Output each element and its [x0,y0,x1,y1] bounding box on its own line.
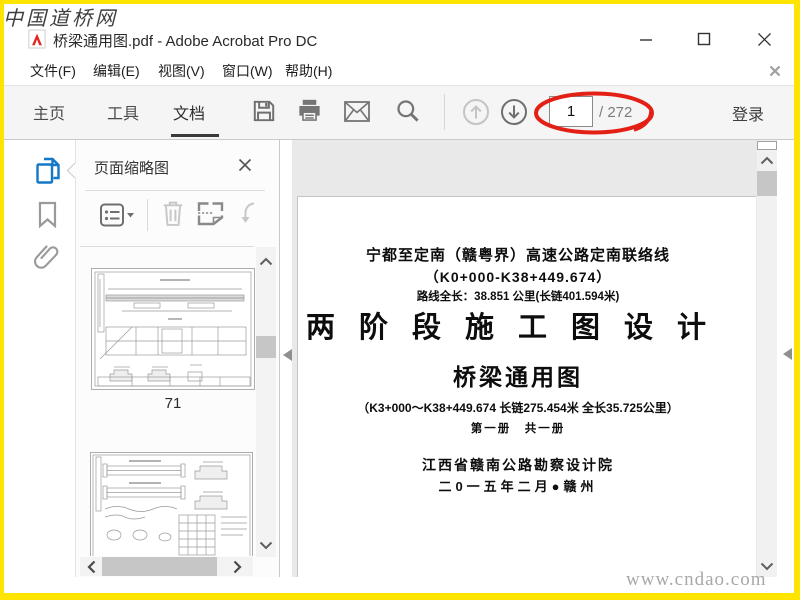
page-thumbnails-icon[interactable] [34,156,62,186]
doc-line-institute: 江西省赣南公路勘察设计院 [422,457,614,473]
acrobat-window: 桥梁通用图.pdf - Adobe Acrobat Pro DC 文件(F) 编… [0,0,800,600]
panel-scroll-right-icon[interactable] [233,560,242,574]
close-button[interactable] [750,25,778,53]
sign-in-button[interactable]: 登录 [732,101,764,125]
close-icon [757,32,771,46]
panel-scroll-down-icon[interactable] [259,541,273,550]
panel-scroll-up-icon[interactable] [259,257,273,266]
menubar-close-icon[interactable] [768,64,782,78]
thumbnail-page-label[interactable]: 71 [91,395,255,412]
window-title: 桥梁通用图.pdf - Adobe Acrobat Pro DC [53,33,318,50]
page-total: / 272 [599,104,633,121]
watermark-bottom-right: www.cndao.com [626,569,767,590]
rotate-pages-icon[interactable] [240,200,258,227]
panel-scroll-left-icon[interactable] [87,560,96,574]
document-vertical-scrollbar[interactable] [757,140,777,577]
panel-vertical-scrollbar[interactable] [256,247,276,557]
watermark-top-left: 中国道桥网 [3,6,118,30]
print-icon[interactable] [296,97,323,124]
bookmarks-icon[interactable] [37,201,58,228]
panel-toolbar-separator [147,199,148,231]
panel-collapse-arrow[interactable] [283,349,292,361]
doc-line-route-length: 路线全长：38.851 公里(长链401.594米) [416,291,620,303]
page-down-icon[interactable] [500,98,528,126]
pdf-file-icon [28,29,46,49]
save-icon[interactable] [251,98,277,124]
panel-close-icon [238,158,252,172]
doc-line-section-range: （K3+000～K38+449.674 长链275.454米 全长35.725公… [357,401,679,415]
attachments-icon[interactable] [34,241,60,271]
email-icon[interactable] [343,100,371,123]
maximize-icon [697,32,711,46]
tab-home[interactable]: 主页 [33,100,65,124]
menu-edit[interactable]: 编辑(E) [93,61,140,81]
search-icon[interactable] [394,97,421,124]
right-panel-expand-arrow[interactable] [783,348,792,360]
thumbnail-drawing [94,271,252,387]
toolbar-separator [444,94,445,130]
doc-line-project: 宁都至定南（赣粤界）高速公路定南联络线 [365,247,670,264]
document-scrollbar-top-box [757,141,777,150]
active-tab-underline [171,134,219,137]
panel-divider [80,246,254,247]
menu-window[interactable]: 窗口(W) [222,61,273,81]
tab-tools[interactable]: 工具 [107,100,139,124]
maximize-button[interactable] [690,25,718,53]
doc-line-volume: 第一册 共一册 [470,423,566,435]
thumbnail-drawing [92,454,251,556]
page-number-input[interactable] [549,96,593,127]
delete-pages-icon[interactable] [161,199,185,228]
panel-hscrollbar-thumb[interactable] [102,557,217,576]
page-up-icon[interactable] [462,98,490,126]
thumbnail-next-page[interactable] [90,452,253,556]
minimize-button[interactable] [632,25,660,53]
crop-pages-icon[interactable] [195,199,226,228]
pdf-page: 宁都至定南（赣粤界）高速公路定南联络线 （K0+000-K38+449.674）… [297,196,756,577]
doc-line-date: 二0一五年二月●赣州 [438,479,598,494]
panel-scrollbar-thumb[interactable] [256,336,276,358]
document-scrollbar-thumb[interactable] [757,171,777,196]
menu-view[interactable]: 视图(V) [158,61,205,81]
panel-close-button[interactable] [236,156,254,174]
doc-main-title: 两阶段施工图设计 [305,312,730,344]
doc-line-stake-range: （K0+000-K38+449.674） [424,269,612,285]
doc-sub-title: 桥梁通用图 [453,364,583,390]
menu-help[interactable]: 帮助(H) [285,61,332,81]
panel-divider [85,190,265,191]
menu-file[interactable]: 文件(F) [30,61,76,81]
thumbnail-page-71[interactable] [91,268,255,390]
thumbnail-options-icon[interactable] [99,202,135,229]
document-scroll-up-icon[interactable] [760,156,774,165]
tab-document[interactable]: 文档 [173,100,205,124]
panel-title: 页面缩略图 [94,160,170,177]
minimize-icon [640,39,652,41]
